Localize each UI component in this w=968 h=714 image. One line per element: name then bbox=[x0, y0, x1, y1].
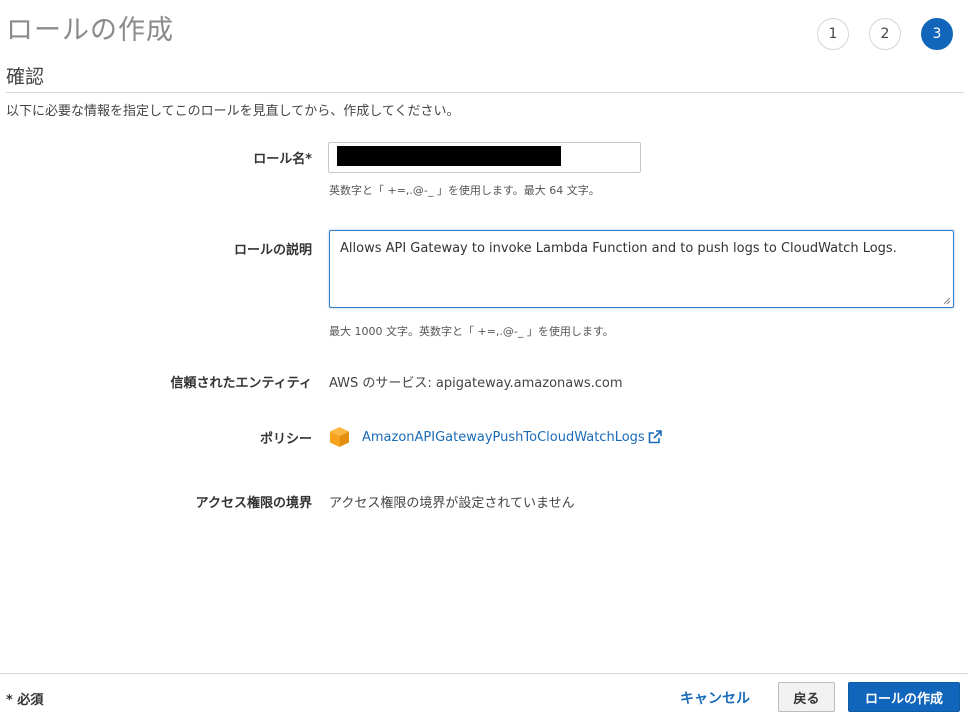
back-button[interactable]: 戻る bbox=[778, 682, 835, 712]
step-3-active: 3 bbox=[921, 18, 953, 50]
step-2: 2 bbox=[869, 18, 901, 50]
role-description-textarea[interactable]: Allows API Gateway to invoke Lambda Func… bbox=[329, 230, 954, 308]
trusted-entity-value: AWS のサービス: apigateway.amazonaws.com bbox=[329, 376, 623, 391]
policy-cube-icon bbox=[330, 427, 349, 447]
role-description-label: ロールの説明 bbox=[233, 243, 312, 258]
role-description-hint: 最大 1000 文字。英数字と「 +=,.@-_ 」を使用します。 bbox=[329, 325, 614, 338]
role-name-hint: 英数字と「 +=,.@-_ 」を使用します。最大 64 文字。 bbox=[329, 184, 600, 197]
policy-link[interactable]: AmazonAPIGatewayPushToCloudWatchLogs bbox=[362, 430, 645, 445]
required-note: * 必須 bbox=[6, 693, 44, 708]
permissions-boundary-label: アクセス権限の境界 bbox=[195, 496, 312, 511]
cancel-button[interactable]: キャンセル bbox=[680, 688, 750, 708]
role-name-redaction bbox=[337, 146, 561, 166]
resize-grip-icon[interactable] bbox=[943, 297, 951, 305]
role-description-text: Allows API Gateway to invoke Lambda Func… bbox=[340, 241, 897, 256]
create-role-button[interactable]: ロールの作成 bbox=[848, 682, 960, 712]
footer-divider bbox=[0, 673, 968, 674]
policy-label: ポリシー bbox=[259, 432, 312, 447]
external-link-icon[interactable] bbox=[648, 430, 662, 444]
section-title: 確認 bbox=[6, 66, 45, 88]
trusted-entity-label: 信頼されたエンティティ bbox=[170, 376, 312, 391]
section-intro: 以下に必要な情報を指定してこのロールを見直してから、作成してください。 bbox=[6, 104, 460, 119]
step-1: 1 bbox=[817, 18, 849, 50]
page-title: ロールの作成 bbox=[6, 15, 174, 46]
section-divider bbox=[6, 92, 964, 93]
role-name-label: ロール名* bbox=[253, 152, 312, 167]
permissions-boundary-value: アクセス権限の境界が設定されていません bbox=[329, 496, 575, 511]
